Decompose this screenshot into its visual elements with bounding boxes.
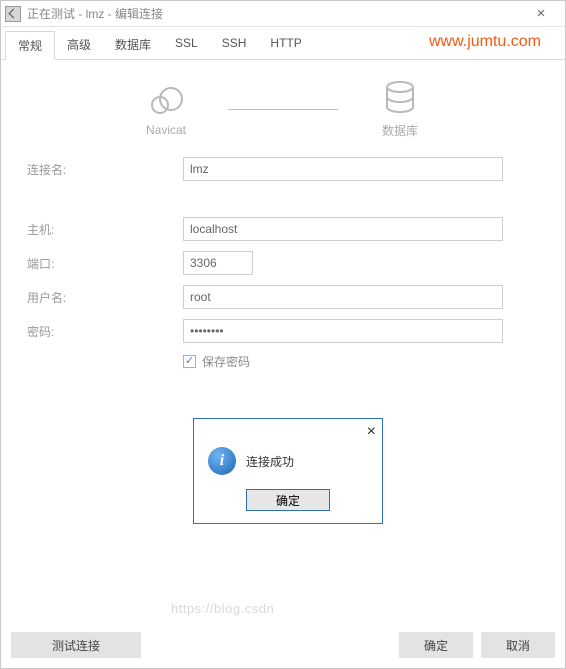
window: 正在测试 - lmz - 编辑连接 × 常规 高级 数据库 SSL SSH HT…	[0, 0, 566, 669]
dialog-ok-button[interactable]: 确定	[246, 489, 330, 511]
bottom-watermark: https://blog.csdn	[171, 601, 274, 616]
dialog-body: i 连接成功	[194, 441, 382, 489]
row-user: 用户名:	[13, 285, 553, 309]
connection-form: 连接名: 主机: 端口: 用户名: 密码: ✓	[13, 157, 553, 370]
row-host: 主机:	[13, 217, 553, 241]
row-save-password: ✓ 保存密码	[183, 353, 553, 370]
window-close-button[interactable]: ×	[521, 5, 561, 22]
navicat-label: Navicat	[146, 123, 186, 137]
button-bar: 测试连接 确定 取消	[1, 624, 565, 668]
database-label: 数据库	[382, 122, 418, 139]
form-spacer	[13, 191, 553, 207]
label-connection-name: 连接名:	[13, 161, 183, 178]
dialog-titlebar: ×	[194, 419, 382, 441]
app-icon	[5, 6, 21, 22]
tab-http[interactable]: HTTP	[258, 31, 313, 59]
tab-ssh[interactable]: SSH	[210, 31, 259, 59]
navicat-icon	[147, 83, 185, 119]
result-dialog: × i 连接成功 确定	[193, 418, 383, 524]
tab-database[interactable]: 数据库	[103, 31, 163, 59]
label-password: 密码:	[13, 323, 183, 340]
connection-line	[228, 109, 338, 110]
label-host: 主机:	[13, 221, 183, 238]
row-connection-name: 连接名:	[13, 157, 553, 181]
dialog-close-button[interactable]: ×	[367, 423, 376, 441]
cancel-button[interactable]: 取消	[481, 632, 555, 658]
label-save-password: 保存密码	[202, 353, 250, 370]
content-panel: Navicat 数据库 连接名: 主机:	[1, 60, 565, 624]
database-icon-column: 数据库	[350, 80, 450, 139]
titlebar: 正在测试 - lmz - 编辑连接 ×	[1, 1, 565, 27]
dialog-footer: 确定	[194, 489, 382, 523]
tab-advanced[interactable]: 高级	[55, 31, 103, 59]
info-icon: i	[208, 447, 236, 475]
label-user: 用户名:	[13, 289, 183, 306]
tab-ssl[interactable]: SSL	[163, 31, 210, 59]
dialog-message: 连接成功	[246, 453, 294, 470]
label-port: 端口:	[13, 255, 183, 272]
ok-button[interactable]: 确定	[399, 632, 473, 658]
button-spacer	[149, 632, 391, 658]
test-connection-button[interactable]: 测试连接	[11, 632, 141, 658]
tab-general[interactable]: 常规	[5, 31, 55, 60]
database-icon	[383, 80, 417, 118]
input-connection-name[interactable]	[183, 157, 503, 181]
navicat-icon-column: Navicat	[116, 83, 216, 137]
input-port[interactable]	[183, 251, 253, 275]
watermark-text: www.jumtu.com	[429, 33, 541, 51]
input-host[interactable]	[183, 217, 503, 241]
checkbox-save-password[interactable]: ✓	[183, 355, 196, 368]
row-password: 密码:	[13, 319, 553, 343]
window-title: 正在测试 - lmz - 编辑连接	[27, 5, 521, 22]
input-user[interactable]	[183, 285, 503, 309]
row-port: 端口:	[13, 251, 553, 275]
input-password[interactable]	[183, 319, 503, 343]
connection-diagram: Navicat 数据库	[13, 80, 553, 139]
